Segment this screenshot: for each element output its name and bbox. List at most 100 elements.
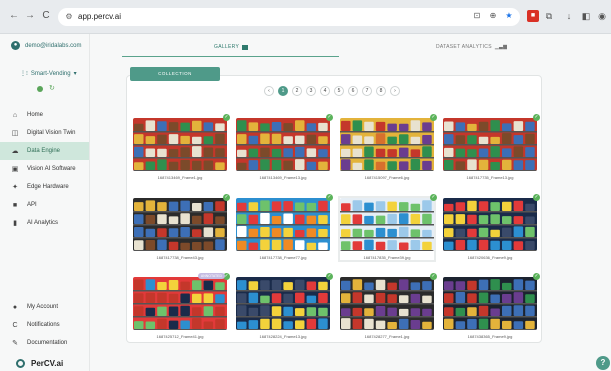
gallery-item[interactable]: ✓ 1687417738_Frame77.jpg bbox=[236, 194, 333, 260]
next-page-button[interactable]: › bbox=[390, 86, 400, 96]
site-settings-icon[interactable]: ⚙ bbox=[63, 11, 75, 23]
install-app-icon[interactable]: ⊡ bbox=[472, 11, 482, 20]
sidebar-item-api[interactable]: ■ API bbox=[0, 196, 89, 214]
api-icon: ■ bbox=[12, 201, 18, 209]
tab-dataset-label: DATASET ANALYTICS bbox=[436, 44, 492, 50]
gallery-item[interactable]: ✓ 1687417738_Frame43.jpg bbox=[133, 194, 230, 260]
vending-image-thumbnail[interactable] bbox=[340, 277, 434, 330]
vending-image-thumbnail[interactable] bbox=[236, 277, 330, 330]
image-filename: 1687413469_Frame13.jpg bbox=[259, 175, 307, 180]
logo-text: PerCV.ai bbox=[31, 359, 64, 368]
sidebar-item-ai-analytics[interactable]: ▮ AI Analytics bbox=[0, 214, 89, 232]
vending-image-thumbnail[interactable] bbox=[443, 198, 537, 251]
reload-icon[interactable]: C bbox=[40, 10, 52, 22]
account-icon: ● bbox=[12, 303, 18, 311]
checkmark-icon[interactable]: ✓ bbox=[223, 194, 230, 201]
forward-arrow-icon[interactable]: → bbox=[24, 10, 36, 22]
vending-image-thumbnail[interactable] bbox=[133, 118, 227, 171]
documentation-icon: ✎ bbox=[12, 340, 18, 347]
sidebar-item-label: Home bbox=[27, 112, 44, 118]
gallery-item[interactable]: ✓ ANNOTATED 1687425712_Frame41.jpg bbox=[133, 273, 230, 339]
vending-image-thumbnail[interactable] bbox=[133, 277, 227, 330]
tab-gallery[interactable]: GALLERY bbox=[214, 44, 249, 50]
sync-icon[interactable]: ↻ bbox=[49, 85, 55, 92]
vending-image-thumbnail[interactable] bbox=[443, 277, 537, 330]
user-account[interactable]: ● demo@iridalabs.com bbox=[11, 41, 81, 50]
checkmark-icon[interactable]: ✓ bbox=[430, 114, 437, 121]
sidebar-item-label: Digital Vision Twin bbox=[27, 130, 76, 136]
active-tab-indicator bbox=[122, 56, 339, 57]
user-email: demo@iridalabs.com bbox=[25, 42, 82, 49]
gallery-item[interactable]: ✓ 1687415097_Frame6.jpg bbox=[340, 114, 437, 180]
tab-dataset-analytics[interactable]: DATASET ANALYTICS ▁▃▆ bbox=[436, 44, 507, 50]
gallery-item[interactable]: ✓ 1687417835_Frame39.jpg bbox=[340, 194, 437, 260]
sidebar-item-vision-ai-software[interactable]: ▣ Vision AI Software bbox=[0, 160, 89, 178]
page-6-button[interactable]: 6 bbox=[348, 86, 358, 96]
sidebar-nav: ⌂ Home ◫ Digital Vision Twin ☁ Data Engine ▣ Vi… bbox=[0, 106, 89, 232]
bookmark-star-icon[interactable]: ★ bbox=[504, 11, 514, 20]
sidebar-item-notifications[interactable]: C Notifications bbox=[0, 316, 89, 334]
url-text[interactable]: app.percv.ai bbox=[78, 12, 121, 21]
sidebar-item-digital-vision-twin[interactable]: ◫ Digital Vision Twin bbox=[0, 124, 89, 142]
download-icon[interactable]: ↓ bbox=[563, 10, 575, 22]
extension-icon[interactable]: ■ bbox=[527, 10, 539, 22]
checkmark-icon[interactable]: ✓ bbox=[533, 194, 540, 201]
gallery-item[interactable]: ✓ 1687438365_Frame9.jpg bbox=[443, 273, 540, 339]
gallery-item[interactable]: ✓ 1687417735_Frame13.jpg bbox=[443, 114, 540, 180]
page-1-button[interactable]: 1 bbox=[278, 86, 288, 96]
page-3-button[interactable]: 3 bbox=[306, 86, 316, 96]
sidebar-item-label: Data Engine bbox=[27, 148, 61, 154]
vending-image-thumbnail[interactable] bbox=[443, 118, 537, 171]
image-filename: 1687428224_Frame13.jpg bbox=[259, 334, 307, 339]
checkmark-icon[interactable]: ✓ bbox=[533, 273, 540, 280]
gallery-item[interactable]: ✓ 1687420636_Frame9.jpg bbox=[443, 194, 540, 260]
checkmark-icon[interactable]: ✓ bbox=[430, 273, 437, 280]
status-online-icon bbox=[37, 86, 43, 92]
page-5-button[interactable]: 5 bbox=[334, 86, 344, 96]
sidebar-item-home[interactable]: ⌂ Home bbox=[0, 106, 89, 124]
view-tabs: GALLERY DATASET ANALYTICS ▁▃▆ bbox=[122, 44, 544, 58]
sidebar-item-label: Vision AI Software bbox=[27, 166, 76, 172]
checkmark-icon[interactable]: ✓ bbox=[223, 114, 230, 121]
sidebar-item-label: Notifications bbox=[27, 322, 60, 328]
zoom-icon[interactable]: ⊕ bbox=[488, 11, 498, 20]
twin-icon: ◫ bbox=[11, 130, 19, 137]
checkmark-icon[interactable]: ✓ bbox=[326, 194, 333, 201]
workspace-selector[interactable]: ⋮⁝ Smart-Vending ▾ bbox=[20, 70, 77, 78]
gallery-item[interactable]: ✓ 1687428224_Frame13.jpg bbox=[236, 273, 333, 339]
checkmark-icon[interactable]: ✓ bbox=[430, 194, 437, 201]
image-filename: 1687413469_Frame1.jpg bbox=[157, 175, 203, 180]
gallery-item[interactable]: ✓ 1687413469_Frame13.jpg bbox=[236, 114, 333, 180]
chevron-down-icon: ▾ bbox=[73, 71, 77, 77]
page-2-button[interactable]: 2 bbox=[292, 86, 302, 96]
checkmark-icon[interactable]: ✓ bbox=[533, 114, 540, 121]
profile-icon[interactable]: ◉ bbox=[596, 10, 608, 22]
checkmark-icon[interactable]: ✓ bbox=[326, 114, 333, 121]
vending-image-thumbnail[interactable] bbox=[340, 118, 434, 171]
vending-image-thumbnail[interactable] bbox=[340, 198, 434, 251]
gallery-item[interactable]: ✓ 1687413469_Frame1.jpg bbox=[133, 114, 230, 180]
gallery-item[interactable]: ✓ 1687428277_Frame1.jpg bbox=[340, 273, 437, 339]
image-filename: 1687417738_Frame77.jpg bbox=[259, 255, 307, 260]
vending-image-thumbnail[interactable] bbox=[133, 198, 227, 251]
vending-image-thumbnail[interactable] bbox=[236, 118, 330, 171]
sidebar-item-my-account[interactable]: ● My Account bbox=[0, 298, 89, 316]
address-bar[interactable]: ⚙ app.percv.ai ⊡ ⊕ ★ bbox=[58, 8, 520, 26]
sidebar-item-documentation[interactable]: ✎ Documentation bbox=[0, 334, 89, 352]
sidebar-item-edge-hardware[interactable]: ✦ Edge Hardware bbox=[0, 178, 89, 196]
avatar-icon: ● bbox=[11, 41, 20, 50]
notification-icon: C bbox=[12, 321, 18, 329]
page-8-button[interactable]: 8 bbox=[376, 86, 386, 96]
sidebar-item-data-engine[interactable]: ☁ Data Engine bbox=[0, 142, 89, 160]
collection-button[interactable]: COLLECTION bbox=[130, 67, 220, 81]
page-4-button[interactable]: 4 bbox=[320, 86, 330, 96]
checkmark-icon[interactable]: ✓ bbox=[326, 273, 333, 280]
prev-page-button[interactable]: ‹ bbox=[264, 86, 274, 96]
page-7-button[interactable]: 7 bbox=[362, 86, 372, 96]
vending-image-thumbnail[interactable] bbox=[236, 198, 330, 251]
back-arrow-icon[interactable]: ← bbox=[8, 10, 20, 22]
side-panel-icon[interactable]: ◧ bbox=[580, 10, 592, 22]
image-filename: 1687417738_Frame43.jpg bbox=[156, 255, 204, 260]
extensions-puzzle-icon[interactable]: ⧉ bbox=[543, 10, 555, 22]
help-button[interactable]: ? bbox=[596, 356, 610, 370]
